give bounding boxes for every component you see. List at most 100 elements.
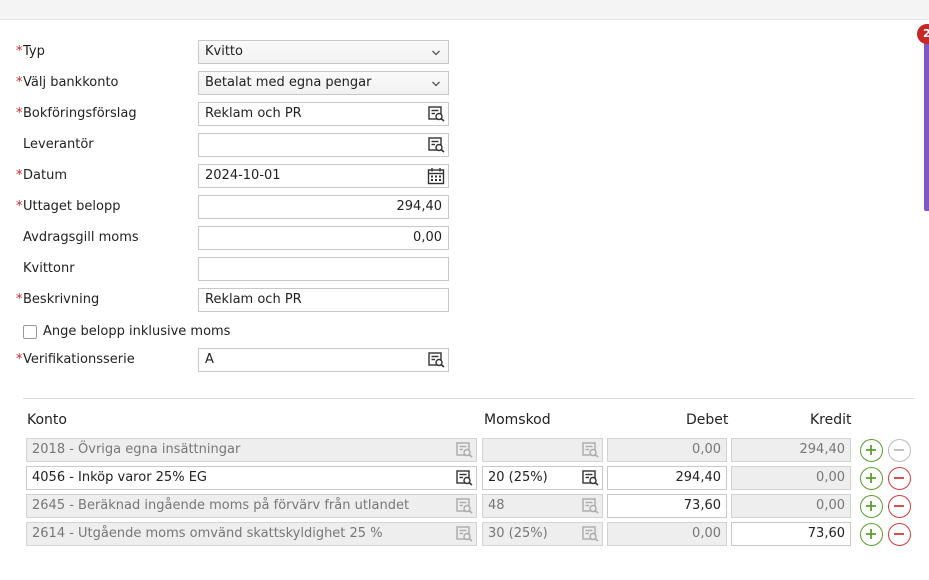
momskod-value: 20 (25%)	[488, 470, 548, 485]
konto-input[interactable]: 2018 - Övriga egna insättningar	[26, 438, 477, 462]
row-bankkonto: Välj bankkonto Betalat med egna pengar	[0, 71, 470, 95]
datum-value: 2024-10-01	[205, 168, 281, 183]
momskod-input[interactable]	[482, 438, 603, 462]
row-kvittonr: Kvittonr	[0, 257, 470, 281]
leverantor-label: Leverantör	[23, 137, 94, 152]
beskrivning-label: Beskrivning	[16, 292, 99, 307]
lookup-icon	[456, 526, 473, 542]
verifikationsserie-value: A	[205, 352, 214, 367]
table-row: 2018 - Övriga egna insättningar 0,00 294…	[26, 438, 916, 462]
inklusive-moms-checkbox[interactable]	[23, 325, 37, 339]
momskod-input[interactable]: 20 (25%)	[482, 466, 603, 490]
beskrivning-input[interactable]: Reklam och PR	[198, 288, 449, 312]
momskod-input[interactable]: 30 (25%)	[482, 522, 603, 546]
konto-value: 2645 - Beräknad ingående moms på förvärv…	[32, 498, 410, 513]
debet-input[interactable]: 0,00	[607, 438, 727, 462]
kvittonr-input[interactable]	[198, 257, 449, 281]
kredit-input[interactable]: 73,60	[731, 522, 851, 546]
plus-icon	[866, 445, 876, 455]
row-uttaget-belopp: Uttaget belopp 294,40	[0, 195, 470, 219]
add-row-button[interactable]	[860, 467, 883, 490]
calendar-icon[interactable]	[427, 167, 445, 185]
remove-row-button[interactable]	[888, 467, 911, 490]
konto-input[interactable]: 2645 - Beräknad ingående moms på förvärv…	[26, 494, 477, 518]
bokforingsforslag-value: Reklam och PR	[205, 106, 302, 121]
lookup-icon	[582, 442, 599, 458]
lookup-icon	[456, 498, 473, 514]
typ-label: Typ	[16, 44, 45, 59]
remove-row-button[interactable]	[888, 523, 911, 546]
table-row: 4056 - Inköp varor 25% EG 20 (25%) 294,4…	[26, 466, 916, 490]
add-row-button[interactable]	[860, 523, 883, 546]
bokforingsforslag-label: Bokföringsförslag	[16, 106, 137, 121]
bankkonto-label: Välj bankkonto	[16, 75, 118, 90]
verifikationsserie-input[interactable]: A	[198, 348, 449, 372]
header-momskod: Momskod	[484, 412, 551, 428]
header-debet: Debet	[686, 412, 729, 428]
lookup-icon[interactable]	[428, 106, 445, 122]
leverantor-input[interactable]	[198, 133, 449, 157]
row-typ: Typ Kvitto	[0, 40, 470, 64]
konto-value: 2614 - Utgående moms omvänd skattskyldig…	[32, 526, 383, 541]
bankkonto-value: Betalat med egna pengar	[205, 75, 372, 90]
lookup-icon[interactable]	[456, 470, 473, 486]
typ-value: Kvitto	[205, 44, 243, 59]
debet-input[interactable]: 0,00	[607, 522, 727, 546]
header-konto: Konto	[27, 412, 67, 428]
minus-icon	[894, 533, 904, 535]
minus-icon	[894, 449, 904, 451]
kredit-input[interactable]: 294,40	[731, 438, 851, 462]
lookup-icon[interactable]	[582, 470, 599, 486]
table-row: 2614 - Utgående moms omvänd skattskyldig…	[26, 522, 916, 546]
kvittonr-label: Kvittonr	[23, 261, 75, 276]
remove-row-button	[888, 439, 911, 462]
row-avdragsgill-moms: Avdragsgill moms 0,00	[0, 226, 470, 250]
lookup-icon	[582, 526, 599, 542]
uttaget-belopp-input[interactable]: 294,40	[198, 195, 449, 219]
row-bokforingsforslag: Bokföringsförslag Reklam och PR	[0, 102, 470, 126]
chevron-down-icon	[432, 50, 440, 56]
konto-value: 4056 - Inköp varor 25% EG	[32, 470, 207, 485]
lookup-icon[interactable]	[428, 137, 445, 153]
add-row-button[interactable]	[860, 495, 883, 518]
debet-input[interactable]: 294,40	[607, 466, 727, 490]
minus-icon	[894, 505, 904, 507]
konto-input[interactable]: 4056 - Inköp varor 25% EG	[26, 466, 477, 490]
chevron-down-icon	[432, 81, 440, 87]
debet-input[interactable]: 73,60	[607, 494, 727, 518]
verifikationsserie-label: Verifikationsserie	[16, 352, 135, 367]
plus-icon	[866, 473, 876, 483]
lookup-icon[interactable]	[428, 352, 445, 368]
plus-icon	[866, 529, 876, 539]
konto-input[interactable]: 2614 - Utgående moms omvänd skattskyldig…	[26, 522, 477, 546]
row-leverantor: Leverantör	[0, 133, 470, 157]
remove-row-button[interactable]	[888, 495, 911, 518]
section-divider	[23, 398, 915, 399]
inklusive-moms-label[interactable]: Ange belopp inklusive moms	[43, 324, 230, 339]
momskod-value: 48	[488, 498, 505, 513]
lookup-icon	[582, 498, 599, 514]
table-row: 2645 - Beräknad ingående moms på förvärv…	[26, 494, 916, 518]
momskod-input[interactable]: 48	[482, 494, 603, 518]
kredit-input[interactable]: 0,00	[731, 466, 851, 490]
bokforingsforslag-input[interactable]: Reklam och PR	[198, 102, 449, 126]
plus-icon	[866, 501, 876, 511]
bankkonto-select[interactable]: Betalat med egna pengar	[198, 71, 449, 95]
uttaget-belopp-label: Uttaget belopp	[16, 199, 121, 214]
kredit-input[interactable]: 0,00	[731, 494, 851, 518]
datum-label: Datum	[16, 168, 67, 183]
header-kredit: Kredit	[810, 412, 852, 428]
avdragsgill-moms-label: Avdragsgill moms	[23, 230, 139, 245]
datum-input[interactable]: 2024-10-01	[198, 164, 449, 188]
row-beskrivning: Beskrivning Reklam och PR	[0, 288, 470, 312]
row-datum: Datum 2024-10-01	[0, 164, 470, 188]
konto-value: 2018 - Övriga egna insättningar	[32, 442, 241, 457]
typ-select[interactable]: Kvitto	[198, 40, 449, 64]
side-panel-handle[interactable]	[924, 24, 929, 211]
avdragsgill-moms-input[interactable]: 0,00	[198, 226, 449, 250]
lookup-icon	[456, 442, 473, 458]
add-row-button[interactable]	[860, 439, 883, 462]
minus-icon	[894, 477, 904, 479]
row-verifikationsserie: Verifikationsserie A	[0, 348, 470, 372]
momskod-value: 30 (25%)	[488, 526, 548, 541]
